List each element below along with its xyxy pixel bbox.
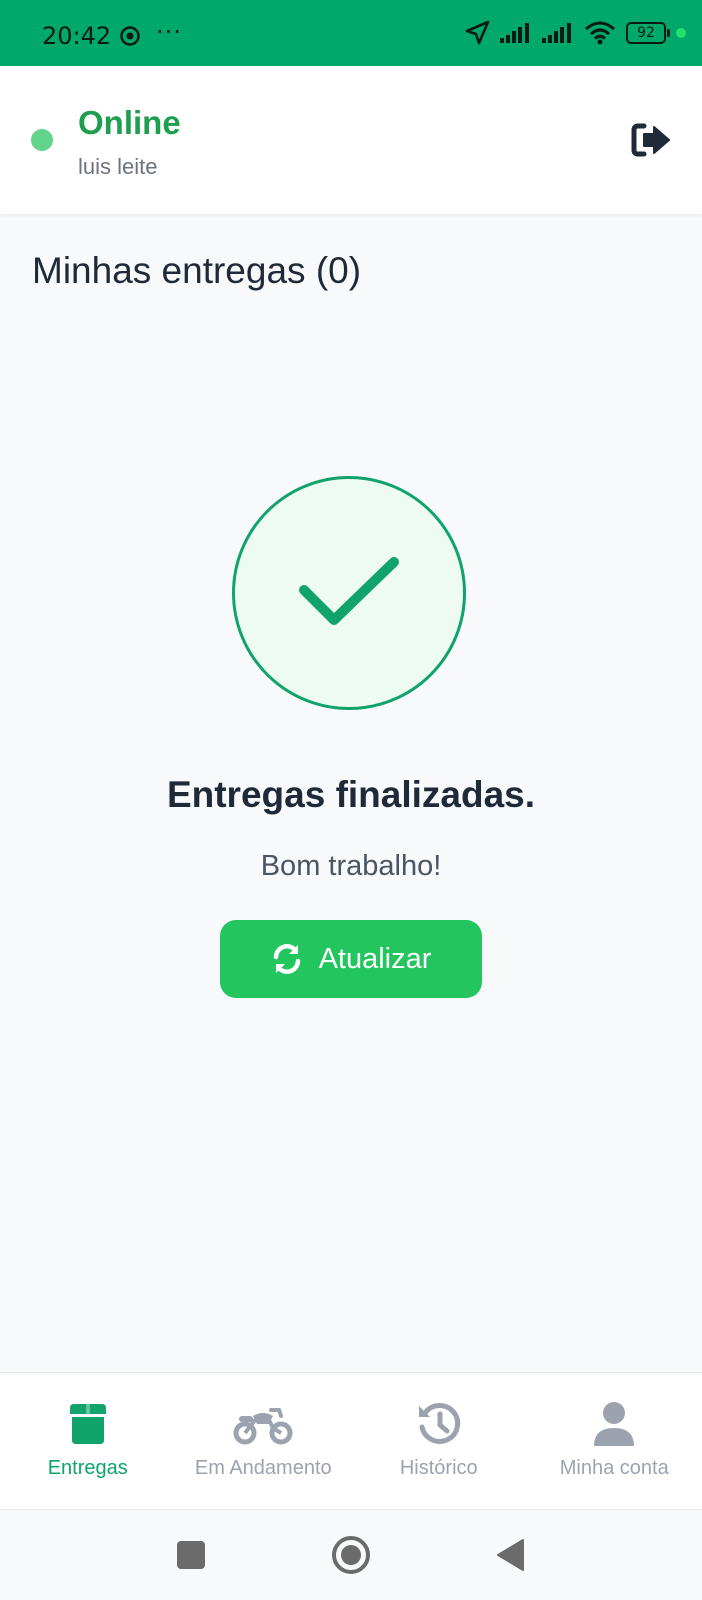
success-check-circle xyxy=(232,476,466,710)
empty-state-title: Entregas finalizadas. xyxy=(166,774,536,815)
user-icon xyxy=(584,1399,644,1449)
signal-icon-1 xyxy=(500,23,529,43)
nav-item-minha-conta[interactable]: Minha conta xyxy=(527,1373,702,1509)
more-notifications-icon: ··· xyxy=(156,18,182,46)
online-status-dot xyxy=(31,129,53,151)
system-nav-bar xyxy=(0,1510,702,1600)
wifi-icon xyxy=(585,21,615,45)
box-icon xyxy=(58,1399,118,1449)
signal-icon-2 xyxy=(542,23,571,43)
nav-item-em-andamento[interactable]: Em Andamento xyxy=(176,1373,352,1509)
online-status-label: Online xyxy=(78,104,181,141)
history-icon xyxy=(409,1399,469,1449)
bottom-nav: Entregas Em Andamento Histórico Minha co… xyxy=(0,1372,702,1510)
motorcycle-icon xyxy=(233,1399,293,1449)
chrome-icon xyxy=(120,26,140,46)
nav-label-historico: Histórico xyxy=(399,1457,478,1479)
user-name: luis leite xyxy=(78,154,158,179)
nav-label-entregas: Entregas xyxy=(47,1457,128,1479)
nav-label-em-andamento: Em Andamento xyxy=(194,1457,332,1479)
nav-label-minha-conta: Minha conta xyxy=(559,1457,669,1479)
nav-item-historico[interactable]: Histórico xyxy=(351,1373,527,1509)
refresh-button-label: Atualizar xyxy=(318,942,432,975)
back-triangle-icon xyxy=(497,1539,524,1571)
refresh-icon xyxy=(273,944,300,974)
recent-apps-button[interactable] xyxy=(161,1510,221,1600)
refresh-button[interactable]: Atualizar xyxy=(220,920,482,998)
logout-icon xyxy=(631,123,670,157)
nav-item-entregas[interactable]: Entregas xyxy=(0,1373,176,1509)
home-circle-icon xyxy=(332,1536,370,1574)
status-icons: 92 xyxy=(464,20,686,46)
app-header: Online luis leite xyxy=(0,66,702,214)
status-time: 20:42 xyxy=(42,22,112,50)
privacy-indicator-dot xyxy=(676,28,686,38)
home-button[interactable] xyxy=(321,1510,381,1600)
logout-button[interactable] xyxy=(628,120,674,160)
location-icon xyxy=(465,20,490,45)
status-bar: 20:42 ··· 92 xyxy=(0,0,702,66)
battery-icon: 92 xyxy=(626,22,670,44)
checkmark-icon xyxy=(299,557,399,625)
square-icon xyxy=(177,1541,205,1569)
page-title: Minhas entregas (0) xyxy=(32,250,362,291)
empty-state-subtitle: Bom trabalho! xyxy=(260,850,442,882)
back-button[interactable] xyxy=(480,1510,540,1600)
